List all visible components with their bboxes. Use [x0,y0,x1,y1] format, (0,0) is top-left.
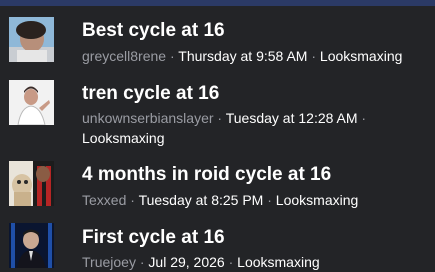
meta-separator: · [361,110,367,126]
avatar-photo-icon [9,161,54,206]
thread-item: Best cycle at 16 greycell8rene · Thursda… [0,0,435,66]
avatar-photo-icon [9,223,54,268]
thread-forum[interactable]: Looksmaxing [320,48,403,64]
meta-separator: · [139,254,145,270]
avatar-photo-icon [9,17,54,62]
thread-title[interactable]: tren cycle at 16 [82,83,219,105]
thread-title[interactable]: 4 months in roid cycle at 16 [82,164,331,186]
thread-meta: Texxed · Tuesday at 8:25 PM · Looksmaxin… [82,190,432,210]
thread-date[interactable]: Tuesday at 12:28 AM [226,110,358,126]
thread-title[interactable]: First cycle at 16 [82,227,225,249]
thread-author[interactable]: unkownserbianslayer [82,110,214,126]
thread-forum[interactable]: Looksmaxing [237,254,320,270]
thread-meta: greycell8rene · Thursday at 9:58 AM · Lo… [82,46,432,66]
meta-separator: · [267,192,272,208]
thread-forum[interactable]: Looksmaxing [276,192,359,208]
avatar[interactable] [9,80,54,125]
thread-date[interactable]: Jul 29, 2026 [148,254,224,270]
avatar[interactable] [9,161,54,206]
thread-item: First cycle at 16 Truejoey · Jul 29, 202… [0,214,435,272]
avatar[interactable] [9,223,54,272]
thread-meta: Truejoey · Jul 29, 2026 · Looksmaxing [82,252,432,272]
thread-author[interactable]: greycell8rene [82,48,166,64]
meta-separator: · [311,48,317,64]
thread-date[interactable]: Thursday at 9:58 AM [178,48,307,64]
meta-separator: · [228,254,234,270]
meta-separator: · [169,48,175,64]
avatar[interactable] [9,17,54,62]
thread-author[interactable]: Truejoey [82,254,136,270]
thread-date[interactable]: Tuesday at 8:25 PM [139,192,264,208]
avatar-photo-icon [9,80,54,125]
thread-forum[interactable]: Looksmaxing [82,130,165,146]
thread-author[interactable]: Texxed [82,192,126,208]
meta-separator: · [130,192,135,208]
thread-item: tren cycle at 16 unkownserbianslayer · T… [0,66,435,148]
thread-title[interactable]: Best cycle at 16 [82,20,225,42]
thread-item: 4 months in roid cycle at 16 Texxed · Tu… [0,148,435,214]
meta-separator: · [217,110,223,126]
thread-meta: unkownserbianslayer · Tuesday at 12:28 A… [82,108,432,148]
